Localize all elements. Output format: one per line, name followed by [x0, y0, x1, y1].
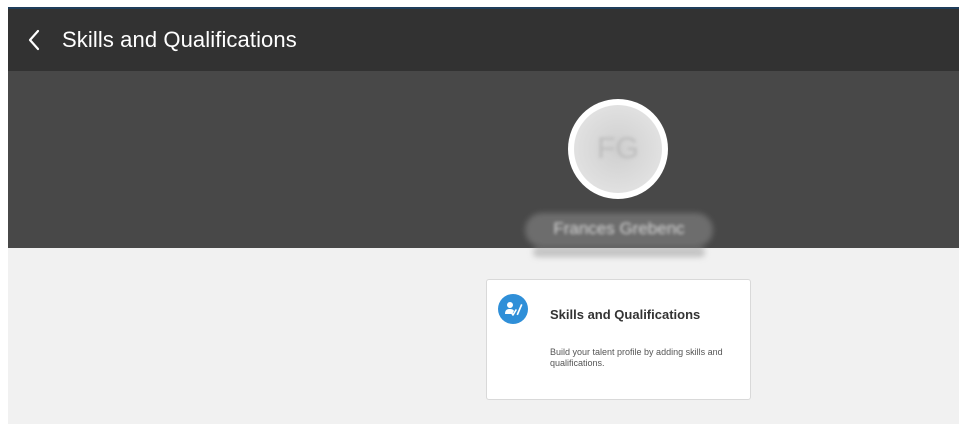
avatar: FG	[568, 99, 668, 199]
avatar-inner: FG	[574, 105, 662, 193]
skills-qualifications-card[interactable]: Skills and Qualifications Build your tal…	[486, 279, 751, 400]
profile-name: Frances Grebenc	[553, 219, 685, 238]
page-title: Skills and Qualifications	[62, 27, 297, 52]
card-title: Skills and Qualifications	[550, 307, 701, 322]
chevron-left-icon	[28, 29, 40, 51]
profile-banner	[8, 71, 959, 248]
skills-edit-icon	[498, 294, 528, 324]
avatar-initials: FG	[597, 132, 639, 165]
profile-name-shadow	[533, 248, 705, 257]
card-description: Build your talent profile by adding skil…	[550, 347, 723, 368]
app-frame: Skills and Qualifications FG Frances Gre…	[8, 7, 959, 424]
page-header: Skills and Qualifications	[8, 9, 959, 71]
back-button[interactable]	[12, 18, 56, 62]
